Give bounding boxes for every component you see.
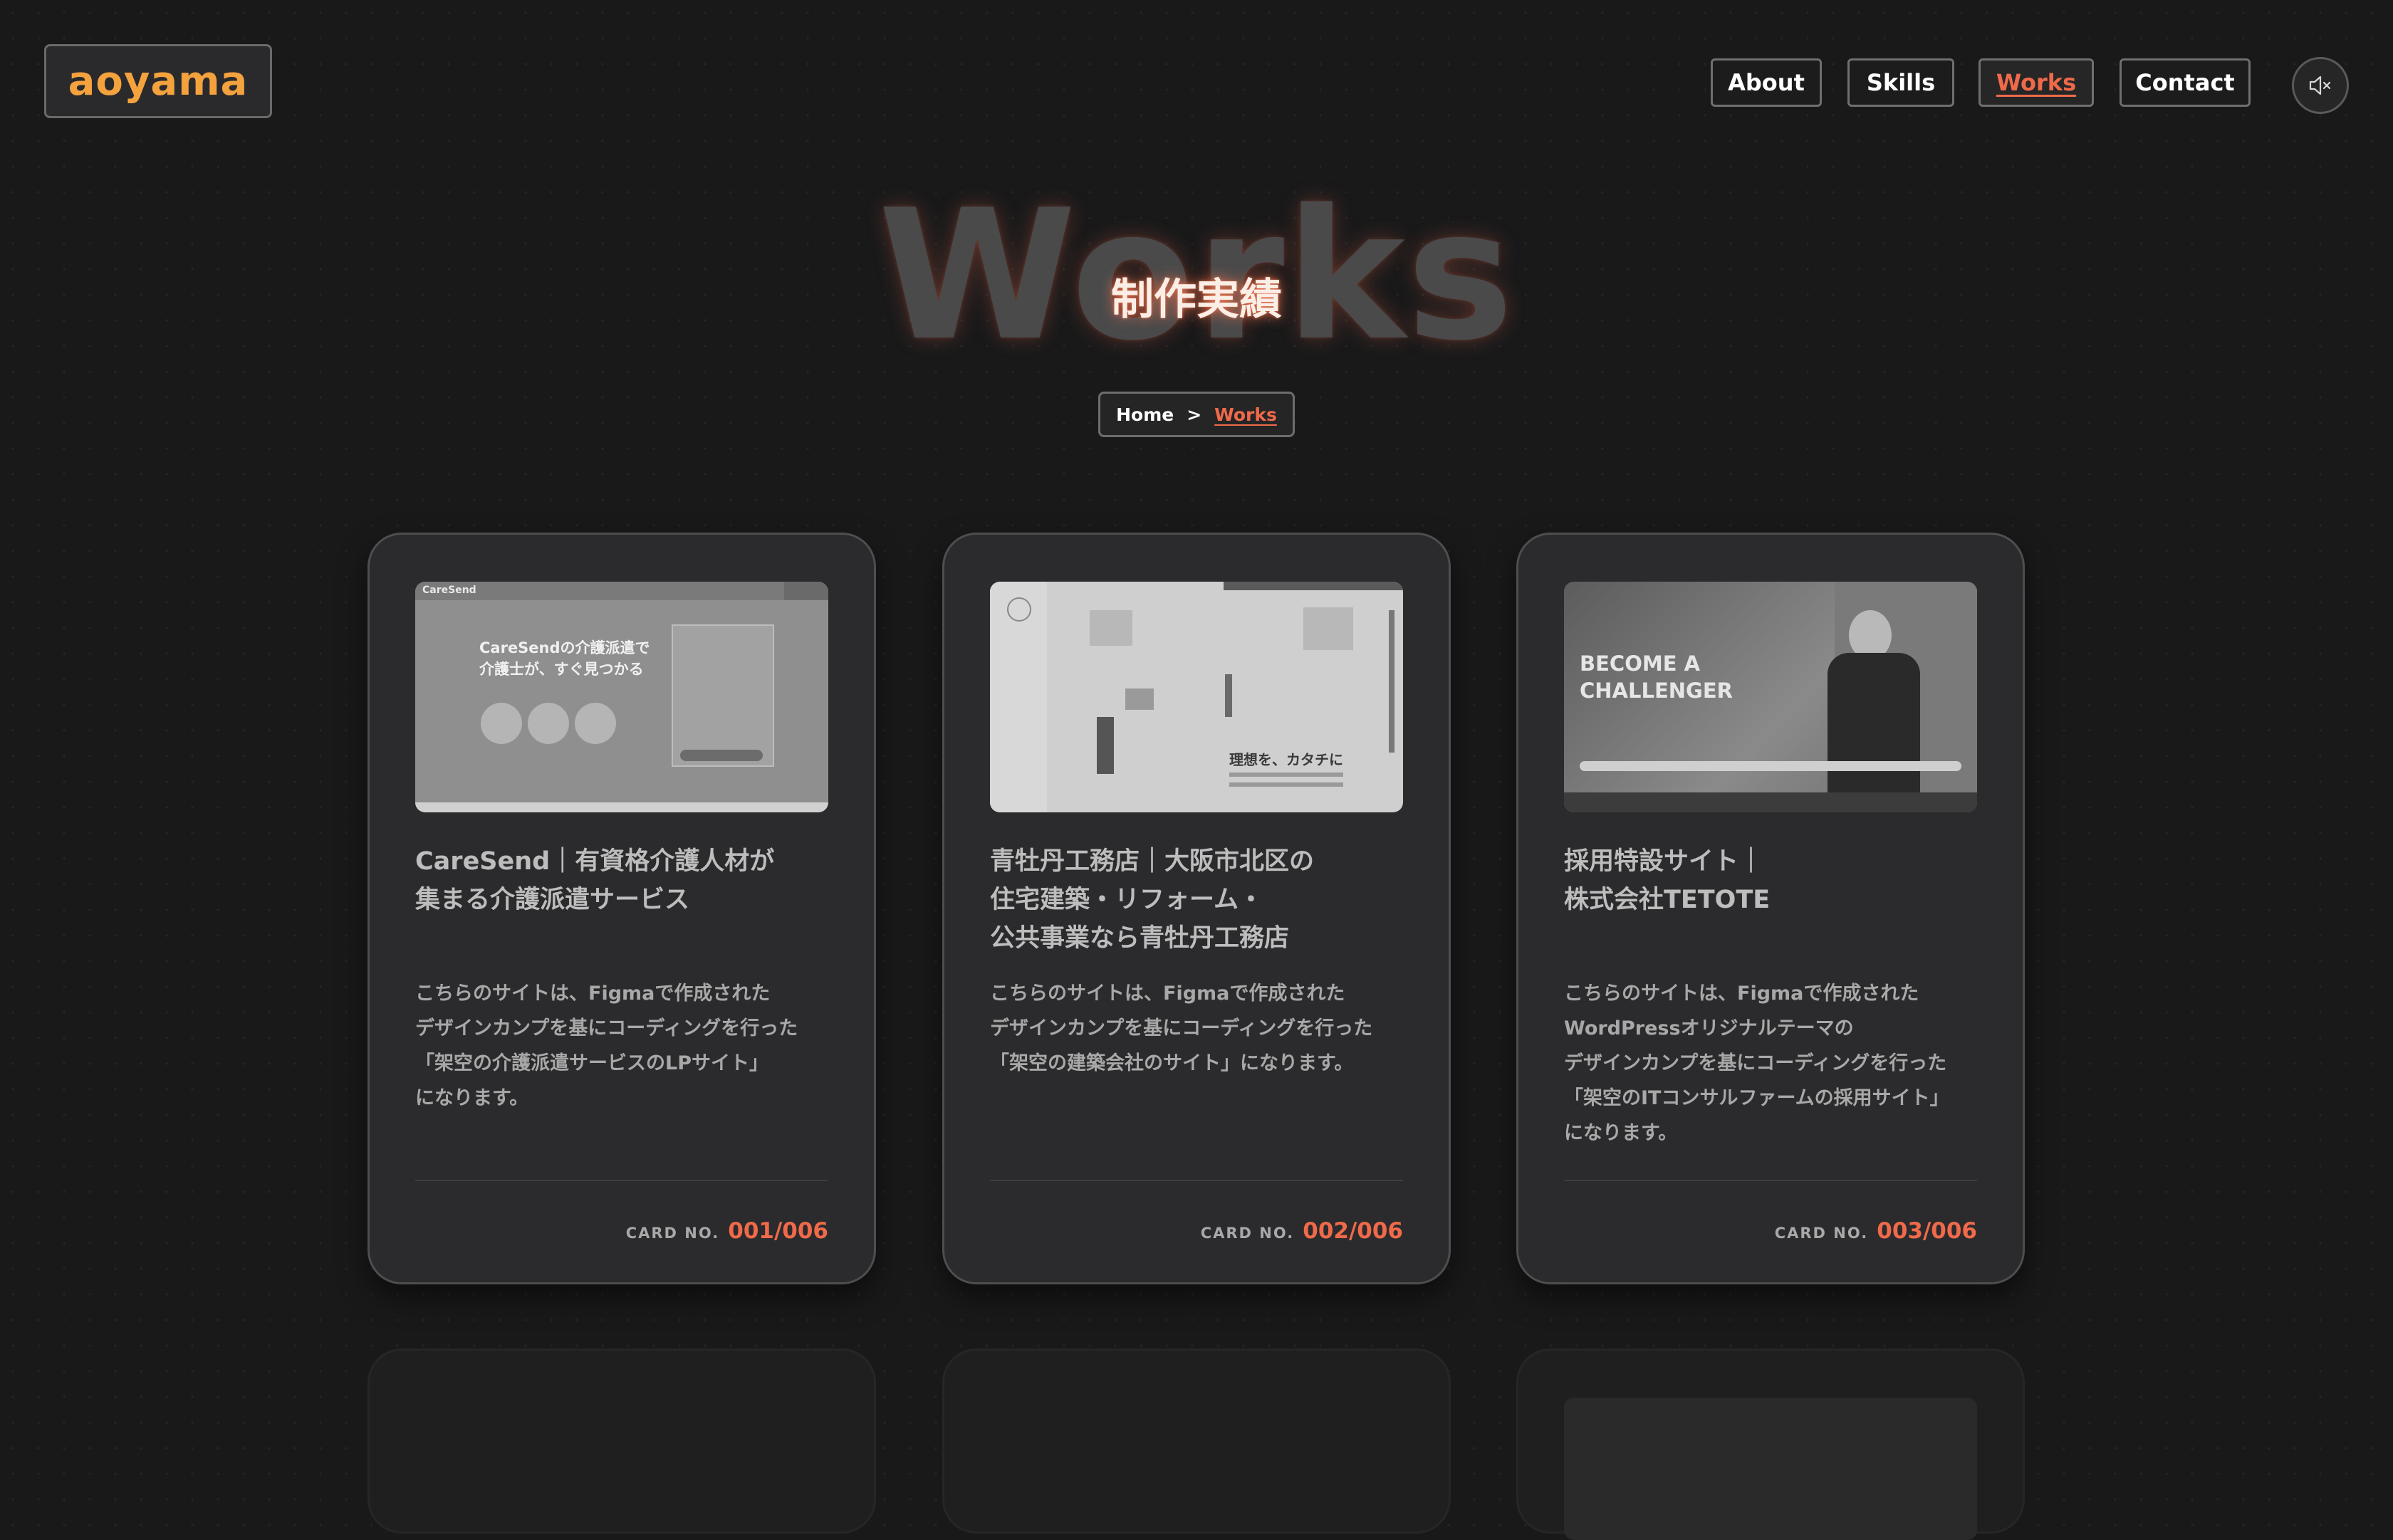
work-card-title: 青牡丹工務店｜大阪市北区の 住宅建築・リフォーム・ 公共事業なら青牡丹工務店 (990, 847, 1315, 953)
thumb-brand: CareSend (422, 585, 476, 596)
nav-about-button[interactable]: About (1711, 58, 1822, 107)
speaker-muted-icon (2309, 75, 2331, 95)
work-thumbnail: CareSend CareSendの介護派遣で 介護士が、すぐ見つかる (415, 582, 828, 812)
divider (415, 1180, 828, 1181)
work-card-caresend[interactable]: CareSend CareSendの介護派遣で 介護士が、すぐ見つかる Care… (367, 533, 876, 1284)
page-title: 制作実績 (1111, 275, 1282, 325)
nav-contact-button[interactable]: Contact (2120, 58, 2251, 107)
work-card-tetote[interactable]: BECOME A CHALLENGER 採用特設サイト｜ 株式会社TETOTE … (1516, 533, 2025, 1284)
breadcrumb-home-link[interactable]: Home (1116, 404, 1174, 425)
card-number-value: 002/006 (1303, 1218, 1403, 1244)
work-card-title: 採用特設サイト｜ 株式会社TETOTE (1564, 847, 1771, 914)
thumb-headline: CareSendの介護派遣で 介護士が、すぐ見つかる (479, 639, 650, 678)
thumb-headline: BECOME A CHALLENGER (1580, 651, 1733, 703)
breadcrumb-current[interactable]: Works (1214, 404, 1277, 425)
work-card-aobotan[interactable]: 理想を、カタチに 青牡丹工務店｜大阪市北区の 住宅建築・リフォーム・ 公共事業な… (942, 533, 1451, 1284)
work-card-description: こちらのサイトは、Figmaで作成された WordPressオリジナルテーマの … (1564, 983, 1949, 1144)
card-number-label: CARD NO. (1774, 1225, 1869, 1242)
work-card-next[interactable] (367, 1348, 876, 1534)
card-number: CARD NO. 002/006 (1201, 1218, 1403, 1244)
breadcrumb-separator: > (1187, 404, 1202, 425)
card-number-label: CARD NO. (625, 1225, 720, 1242)
work-thumbnail: BECOME A CHALLENGER (1564, 582, 1977, 812)
thumb-headline: 理想を、カタチに (1229, 751, 1343, 768)
breadcrumb: Home > Works (1098, 392, 1295, 437)
card-number-value: 003/006 (1877, 1218, 1977, 1244)
card-number-label: CARD NO. (1200, 1225, 1295, 1242)
sound-toggle-button[interactable] (2292, 57, 2349, 114)
work-card-title: CareSend｜有資格介護人材が 集まる介護派遣サービス (415, 847, 775, 914)
divider (1564, 1180, 1977, 1181)
work-card-description: こちらのサイトは、Figmaで作成された デザインカンプを基にコーディングを行っ… (415, 983, 798, 1109)
nav-skills-button[interactable]: Skills (1847, 58, 1954, 107)
divider (990, 1180, 1403, 1181)
work-thumbnail: 理想を、カタチに (990, 582, 1403, 812)
site-logo[interactable]: aoyama (44, 44, 272, 118)
nav-works-button[interactable]: Works (1978, 58, 2094, 107)
card-number: CARD NO. 003/006 (1775, 1218, 1977, 1244)
work-card-next[interactable] (1516, 1348, 2025, 1540)
work-card-description: こちらのサイトは、Figmaで作成された デザインカンプを基にコーディングを行っ… (990, 983, 1373, 1074)
card-number: CARD NO. 001/006 (626, 1218, 828, 1244)
card-number-value: 001/006 (728, 1218, 828, 1244)
work-card-next[interactable] (942, 1348, 1451, 1534)
